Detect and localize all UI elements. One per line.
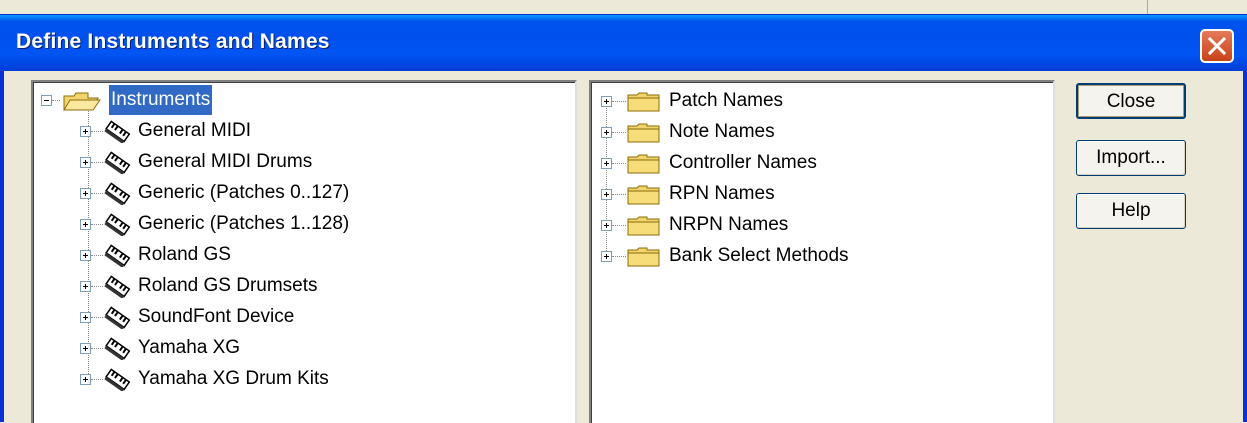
tree-line: [91, 193, 103, 194]
tree-line: [612, 132, 626, 133]
tree-item-label: Generic (Patches 0..127): [138, 182, 350, 203]
expand-icon[interactable]: [601, 127, 612, 138]
expand-icon[interactable]: [601, 189, 612, 200]
tree-line: [91, 131, 103, 132]
tree-line: [612, 163, 626, 164]
tree-item-label: General MIDI: [138, 120, 251, 141]
tree-item-label: Instruments: [109, 85, 213, 115]
tree-line: [91, 286, 103, 287]
instrument-icon: [104, 182, 131, 205]
title-bar[interactable]: Define Instruments and Names: [0, 15, 1247, 71]
tree-line: [612, 194, 626, 195]
tree-item-label: Patch Names: [669, 90, 784, 111]
instrument-icon: [104, 275, 131, 298]
expand-icon[interactable]: [80, 219, 91, 230]
tree-item-label: Yamaha XG: [138, 337, 241, 358]
expand-icon[interactable]: [80, 126, 91, 137]
folder-icon: [627, 216, 660, 236]
tree-line: [612, 256, 626, 257]
expand-icon[interactable]: [601, 251, 612, 262]
tree-item-label: Bank Select Methods: [669, 245, 849, 266]
instrument-icon: [104, 151, 131, 174]
tree-line: [91, 348, 103, 349]
tree-item-label: NRPN Names: [669, 214, 789, 235]
instrument-icon: [104, 244, 131, 267]
expand-icon[interactable]: [80, 188, 91, 199]
expand-icon[interactable]: [80, 312, 91, 323]
expand-icon[interactable]: [80, 157, 91, 168]
collapse-icon[interactable]: [41, 95, 52, 106]
expand-icon[interactable]: [80, 374, 91, 385]
tree-item-label: General MIDI Drums: [138, 151, 313, 172]
tree-item-label: Yamaha XG Drum Kits: [138, 368, 329, 389]
instruments-tree[interactable]: Instruments General MIDI General MIDI Dr…: [31, 80, 577, 423]
close-button[interactable]: Close: [1076, 83, 1186, 119]
help-button[interactable]: Help: [1076, 193, 1186, 229]
tree-item-label: Generic (Patches 1..128): [138, 213, 350, 234]
tree-line: [52, 100, 60, 101]
folder-icon: [627, 123, 660, 143]
instrument-icon: [104, 306, 131, 329]
tree-item-label: Roland GS Drumsets: [138, 275, 318, 296]
expand-icon[interactable]: [80, 343, 91, 354]
import-button[interactable]: Import...: [1076, 140, 1186, 176]
instrument-icon: [104, 213, 131, 236]
instrument-icon: [104, 368, 131, 391]
tree-line: [91, 379, 103, 380]
open-folder-icon: [63, 92, 101, 111]
tree-line: [91, 162, 103, 163]
folder-icon: [627, 185, 660, 205]
tree-line: [91, 255, 103, 256]
tree-item-label: SoundFont Device: [138, 306, 295, 327]
tree-item-label: Controller Names: [669, 152, 817, 173]
instrument-icon: [104, 120, 131, 143]
tree-line: [612, 225, 626, 226]
dialog-title: Define Instruments and Names: [16, 30, 330, 53]
expand-icon[interactable]: [80, 281, 91, 292]
folder-icon: [627, 154, 660, 174]
tree-item-label: Note Names: [669, 121, 775, 142]
folder-icon: [627, 92, 660, 112]
folder-icon: [627, 247, 660, 267]
close-x-icon[interactable]: [1200, 29, 1234, 63]
expand-icon[interactable]: [601, 220, 612, 231]
tree-line: [88, 108, 89, 378]
expand-icon[interactable]: [80, 250, 91, 261]
tree-line: [91, 317, 103, 318]
names-tree[interactable]: Patch Names Note Names Controller Names …: [589, 80, 1055, 423]
tree-item-label: RPN Names: [669, 183, 775, 204]
expand-icon[interactable]: [601, 158, 612, 169]
expand-icon[interactable]: [601, 96, 612, 107]
instrument-icon: [104, 337, 131, 360]
tree-line: [91, 224, 103, 225]
tree-line: [612, 101, 626, 102]
tree-item-label: Roland GS: [138, 244, 231, 265]
